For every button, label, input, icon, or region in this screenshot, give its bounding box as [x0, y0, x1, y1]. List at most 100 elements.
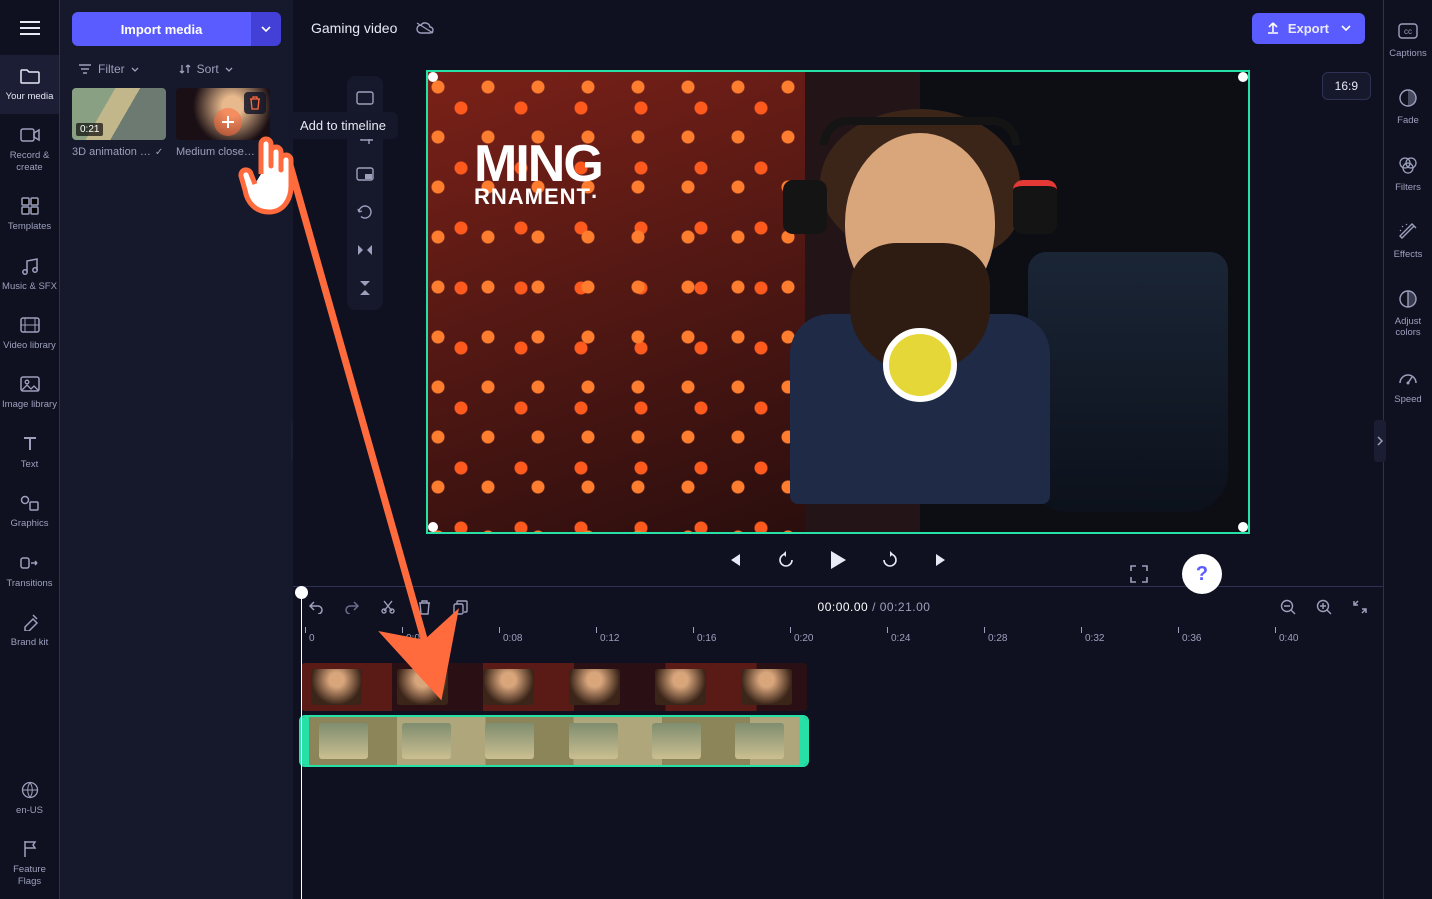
resize-handle[interactable] [1238, 522, 1248, 532]
nav-brand-kit[interactable]: Brand kit [0, 601, 59, 660]
aspect-ratio-button[interactable]: 16:9 [1322, 72, 1371, 100]
play-button[interactable] [825, 547, 851, 573]
transitions-icon [19, 552, 41, 574]
ruler-tick: 0:40 [1279, 633, 1298, 644]
delete-media-button[interactable] [244, 92, 266, 114]
timeline-clip[interactable] [301, 717, 807, 765]
fit-timeline-button[interactable] [1351, 598, 1369, 616]
playhead[interactable] [301, 587, 302, 899]
delete-button[interactable] [415, 598, 433, 616]
brand-icon [19, 611, 41, 633]
nav-locale[interactable]: en-US [0, 769, 59, 828]
prev-button[interactable] [721, 547, 747, 573]
nav-transitions[interactable]: Transitions [0, 542, 59, 601]
nav-music[interactable]: Music & SFX [0, 245, 59, 304]
nav-record[interactable]: Record & create [0, 114, 59, 185]
cloud-sync-icon[interactable] [415, 21, 435, 35]
flip-v-tool[interactable] [353, 276, 377, 300]
rnav-effects[interactable]: Effects [1384, 211, 1432, 272]
rnav-label: Effects [1394, 249, 1423, 260]
add-to-timeline-button[interactable] [214, 108, 242, 136]
fit-tool[interactable] [353, 86, 377, 110]
nav-label: Transitions [6, 578, 52, 589]
nav-video-library[interactable]: Video library [0, 304, 59, 363]
rnav-label: Captions [1389, 48, 1427, 59]
collapse-right-panel[interactable] [1374, 420, 1386, 462]
upload-icon [1266, 21, 1280, 35]
import-media-dropdown[interactable] [251, 12, 281, 46]
nav-label: Video library [3, 340, 56, 351]
sort-icon [179, 63, 191, 75]
media-item[interactable]: Medium close… [176, 88, 270, 158]
nav-right: cc Captions Fade Filters Effects Adjust … [1383, 0, 1432, 899]
forward-button[interactable] [877, 547, 903, 573]
preview-zone: 16:9 MING RNAMENT· [293, 56, 1383, 586]
import-media-button[interactable]: Import media [72, 12, 251, 46]
plus-icon [221, 115, 235, 129]
fullscreen-button[interactable] [1130, 565, 1148, 583]
nav-feature-flags[interactable]: Feature Flags [0, 828, 59, 899]
export-button[interactable]: Export [1252, 13, 1365, 44]
sort-button[interactable]: Sort [179, 62, 233, 76]
media-name: Medium close… [176, 146, 270, 158]
rnav-adjust-colors[interactable]: Adjust colors [1384, 278, 1432, 350]
media-thumbnail[interactable] [176, 88, 270, 140]
filter-button[interactable]: Filter [78, 62, 139, 76]
ruler-tick: 0:20 [794, 633, 813, 644]
timeline: 00:00.00 / 00:21.00 00:040:080:120:160:2… [293, 586, 1383, 899]
resize-handle[interactable] [428, 522, 438, 532]
chevron-right-icon [1377, 436, 1383, 446]
media-item[interactable]: 0:21 3D animation … ✓ [72, 88, 166, 158]
undo-button[interactable] [307, 598, 325, 616]
rnav-label: Adjust colors [1386, 316, 1430, 338]
nav-templates[interactable]: Templates [0, 185, 59, 244]
center-column: Gaming video Export [293, 0, 1383, 899]
rnav-captions[interactable]: cc Captions [1384, 10, 1432, 71]
timeline-tracks [301, 663, 1375, 899]
clip-trim-handle[interactable] [301, 717, 309, 765]
rnav-speed[interactable]: Speed [1384, 356, 1432, 417]
zoom-out-button[interactable] [1279, 598, 1297, 616]
project-name[interactable]: Gaming video [311, 20, 397, 36]
chevron-down-icon [225, 67, 233, 72]
filter-sort-bar: Filter Sort [72, 58, 281, 88]
rotate-tool[interactable] [353, 200, 377, 224]
effects-icon [1397, 221, 1419, 243]
ruler-tick: 0:32 [1085, 633, 1104, 644]
split-button[interactable] [379, 598, 397, 616]
nav-graphics[interactable]: Graphics [0, 482, 59, 541]
timeline-toolbar: 00:00.00 / 00:21.00 [293, 587, 1383, 627]
pip-tool[interactable] [353, 162, 377, 186]
music-icon [19, 255, 41, 277]
captions-icon: cc [1397, 20, 1419, 42]
nav-label: Graphics [10, 518, 48, 529]
rnav-fade[interactable]: Fade [1384, 77, 1432, 138]
timeline-ruler[interactable]: 00:040:080:120:160:200:240:280:320:360:4… [301, 627, 1383, 655]
resize-handle[interactable] [428, 72, 438, 82]
media-grid: 0:21 3D animation … ✓ Medium clo [72, 88, 281, 158]
redo-button[interactable] [343, 598, 361, 616]
flip-h-tool[interactable] [353, 238, 377, 262]
rewind-button[interactable] [773, 547, 799, 573]
duplicate-button[interactable] [451, 598, 469, 616]
media-thumbnail[interactable]: 0:21 [72, 88, 166, 140]
filters-icon [1397, 154, 1419, 176]
timeline-clip[interactable] [301, 663, 807, 711]
nav-label: en-US [16, 805, 43, 816]
resize-handle[interactable] [1238, 72, 1248, 82]
nav-your-media[interactable]: Your media [0, 55, 59, 114]
rnav-filters[interactable]: Filters [1384, 144, 1432, 205]
chevron-down-icon [1341, 25, 1351, 31]
globe-icon [19, 779, 41, 801]
ruler-tick: 0 [309, 633, 315, 644]
zoom-in-button[interactable] [1315, 598, 1333, 616]
video-preview[interactable]: MING RNAMENT· [426, 70, 1250, 534]
nav-text[interactable]: Text [0, 423, 59, 482]
help-button[interactable]: ? [1182, 554, 1222, 594]
clip-trim-handle[interactable] [799, 717, 807, 765]
next-button[interactable] [929, 547, 955, 573]
nav-label: Brand kit [11, 637, 49, 648]
ruler-tick: 0:16 [697, 633, 716, 644]
nav-image-library[interactable]: Image library [0, 363, 59, 422]
hamburger-button[interactable] [0, 0, 59, 55]
